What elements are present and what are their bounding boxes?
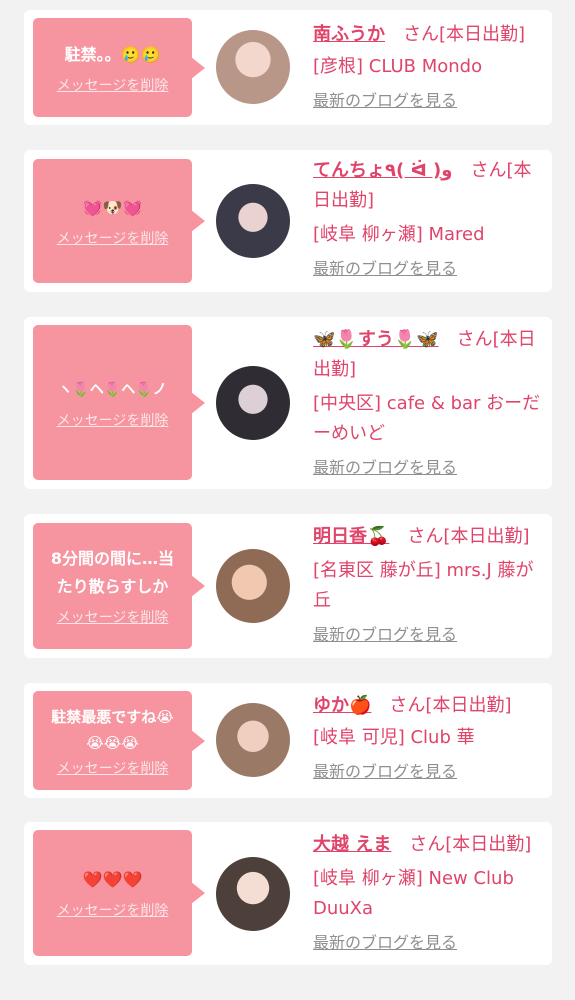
blog-link[interactable]: 最新のブログを見る — [313, 930, 457, 956]
list-item: 💓🐶💓 メッセージを削除 てんちょ٩( ᐛ )و さん[本日出勤] [岐阜 柳ヶ… — [24, 150, 552, 292]
avatar[interactable] — [216, 857, 290, 931]
message-text: 駐禁。。🥲🥲 — [64, 44, 161, 64]
message-text: 💓🐶💓 — [82, 198, 143, 217]
shop-text: [岐阜 可児] Club 華 — [313, 727, 475, 748]
blog-link[interactable]: 最新のブログを見る — [313, 622, 457, 648]
message-text: ヽ🌷ヘ🌷ヘ🌷ノ — [58, 381, 167, 398]
profile-name-link[interactable]: ゆか🍎 — [313, 695, 371, 716]
shop-text: [彦根] CLUB Mondo — [313, 56, 483, 77]
status-text: さん[本日出勤] — [389, 695, 512, 716]
list-item: 駐禁。。🥲🥲 メッセージを削除 南ふうか さん[本日出勤] [彦根] CLUB … — [24, 10, 552, 125]
shop-text: [岐阜 柳ヶ瀬] New Club DuuXa — [313, 868, 514, 919]
message-bubble: ヽ🌷ヘ🌷ヘ🌷ノ メッセージを削除 — [33, 325, 205, 480]
profile-info: 明日香🍒 さん[本日出勤] [名東区 藤が丘] mrs.J 藤が丘 最新のブログ… — [313, 522, 543, 648]
delete-message-link[interactable]: メッセージを削除 — [57, 75, 169, 95]
avatar[interactable] — [216, 703, 290, 777]
delete-message-link[interactable]: メッセージを削除 — [57, 607, 169, 627]
blog-link[interactable]: 最新のブログを見る — [313, 759, 457, 785]
message-bubble: 駐禁。。🥲🥲 メッセージを削除 — [33, 18, 205, 117]
delete-message-link[interactable]: メッセージを削除 — [57, 410, 169, 430]
message-bubble: 8分間の間に…当たり散らすしか メッセージを削除 — [33, 523, 205, 649]
list-item: 駐禁最悪ですね😭😭😭😭 メッセージを削除 ゆか🍎 さん[本日出勤] [岐阜 可児… — [24, 683, 552, 798]
message-list: 駐禁。。🥲🥲 メッセージを削除 南ふうか さん[本日出勤] [彦根] CLUB … — [0, 0, 575, 1000]
blog-link[interactable]: 最新のブログを見る — [313, 455, 457, 481]
blog-link[interactable]: 最新のブログを見る — [313, 256, 457, 282]
list-item: ❤️❤️❤️ メッセージを削除 大越 えま さん[本日出勤] [岐阜 柳ヶ瀬] … — [24, 822, 552, 965]
profile-info: 大越 えま さん[本日出勤] [岐阜 柳ヶ瀬] New Club DuuXa 最… — [313, 830, 543, 956]
message-bubble: 駐禁最悪ですね😭😭😭😭 メッセージを削除 — [33, 691, 205, 790]
profile-name-link[interactable]: てんちょ٩( ᐛ )و — [313, 160, 452, 181]
delete-message-link[interactable]: メッセージを削除 — [57, 900, 169, 920]
message-text: 8分間の間に…当たり散らすしか — [50, 549, 175, 596]
delete-message-link[interactable]: メッセージを削除 — [57, 758, 169, 778]
status-text: さん[本日出勤] — [403, 24, 526, 45]
status-text: さん[本日出勤] — [407, 526, 530, 547]
avatar[interactable] — [216, 549, 290, 623]
profile-name-link[interactable]: 🦋🌷すう🌷🦋 — [313, 329, 439, 350]
profile-name-link[interactable]: 大越 えま — [313, 834, 391, 855]
avatar[interactable] — [216, 30, 290, 104]
shop-text: [名東区 藤が丘] mrs.J 藤が丘 — [313, 560, 534, 611]
shop-text: [中央区] cafe & bar おーだーめいど — [313, 393, 541, 444]
avatar[interactable] — [216, 366, 290, 440]
message-bubble: 💓🐶💓 メッセージを削除 — [33, 159, 205, 283]
profile-info: 南ふうか さん[本日出勤] [彦根] CLUB Mondo 最新のブログを見る — [313, 20, 543, 114]
avatar[interactable] — [216, 184, 290, 258]
shop-text: [岐阜 柳ヶ瀬] Mared — [313, 224, 485, 245]
status-text: さん[本日出勤] — [409, 834, 532, 855]
message-text: 駐禁最悪ですね😭😭😭😭 — [51, 707, 174, 752]
profile-info: てんちょ٩( ᐛ )و さん[本日出勤] [岐阜 柳ヶ瀬] Mared 最新のブ… — [313, 156, 543, 282]
message-text: ❤️❤️❤️ — [82, 870, 143, 889]
profile-name-link[interactable]: 明日香🍒 — [313, 526, 389, 547]
list-item: 8分間の間に…当たり散らすしか メッセージを削除 明日香🍒 さん[本日出勤] [… — [24, 514, 552, 658]
profile-info: 🦋🌷すう🌷🦋 さん[本日出勤] [中央区] cafe & bar おーだーめいど… — [313, 325, 543, 481]
blog-link[interactable]: 最新のブログを見る — [313, 88, 457, 114]
delete-message-link[interactable]: メッセージを削除 — [57, 228, 169, 248]
profile-name-link[interactable]: 南ふうか — [313, 24, 385, 45]
profile-info: ゆか🍎 さん[本日出勤] [岐阜 可児] Club 華 最新のブログを見る — [313, 691, 543, 785]
list-item: ヽ🌷ヘ🌷ヘ🌷ノ メッセージを削除 🦋🌷すう🌷🦋 さん[本日出勤] [中央区] c… — [24, 317, 552, 489]
message-bubble: ❤️❤️❤️ メッセージを削除 — [33, 830, 205, 956]
